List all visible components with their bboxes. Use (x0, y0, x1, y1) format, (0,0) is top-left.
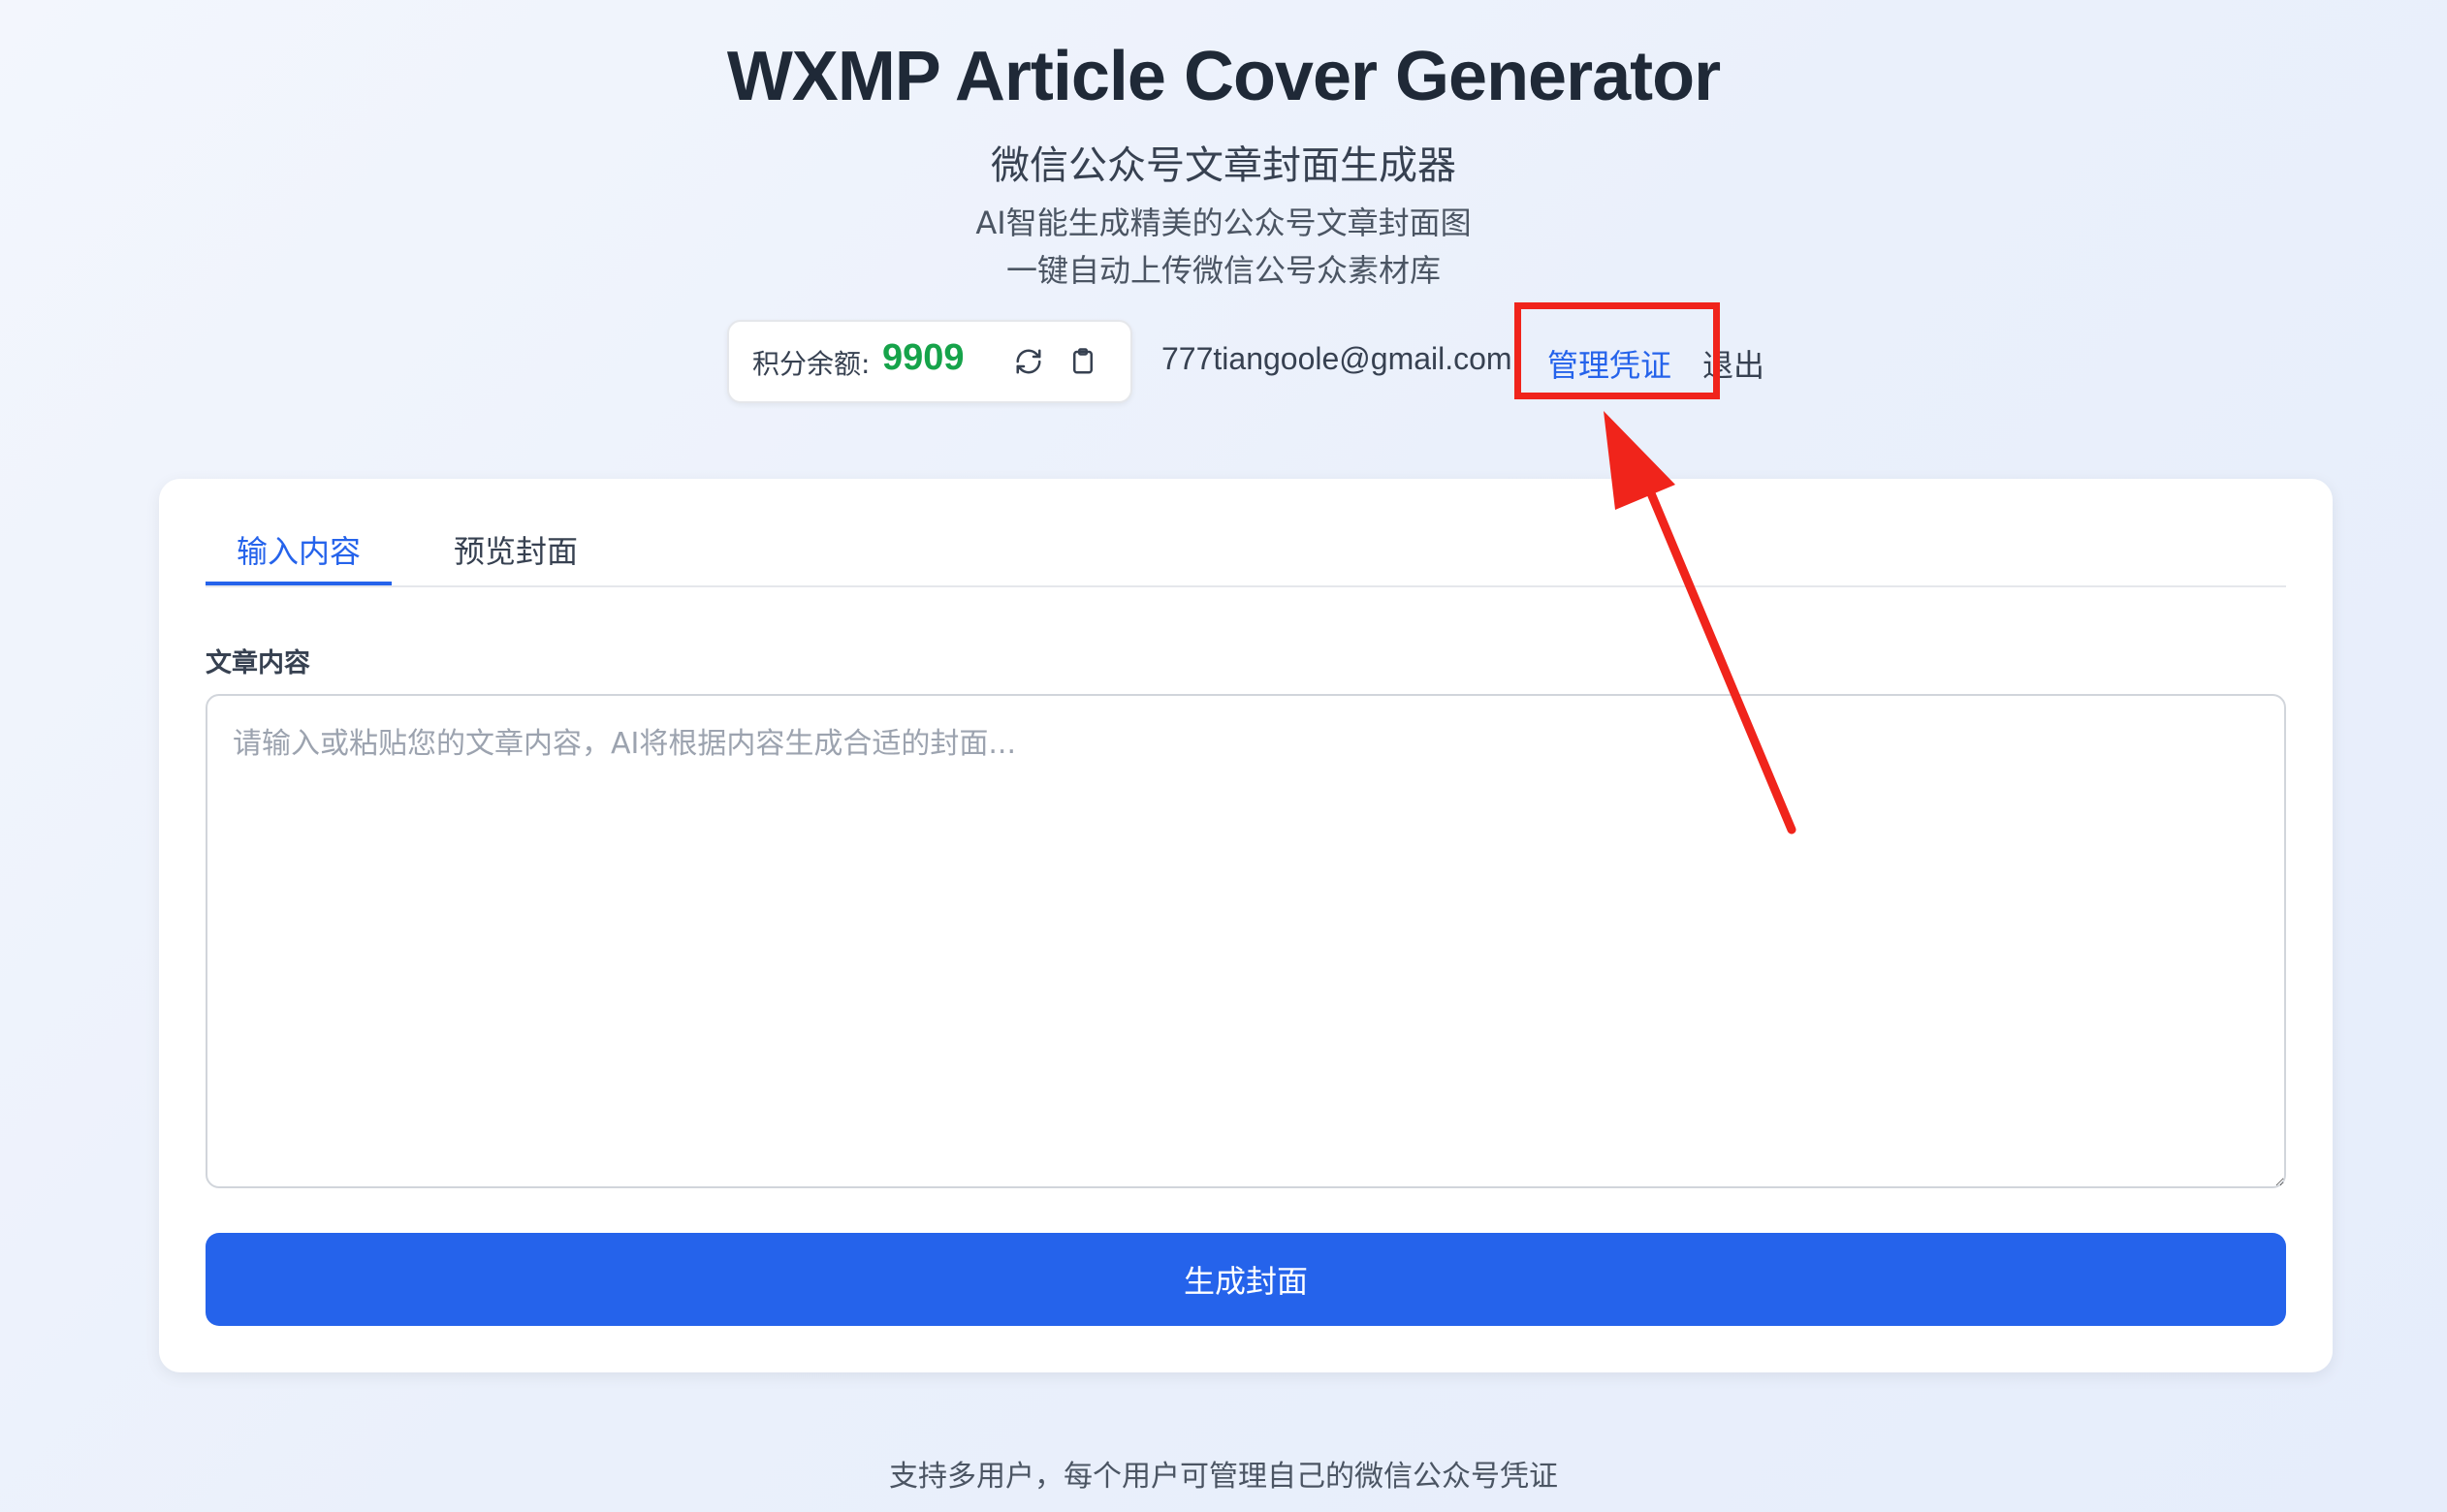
page-subtitle: 微信公众号文章封面生成器 (991, 143, 1456, 188)
refresh-icon[interactable] (1010, 343, 1047, 380)
tab-preview-cover[interactable]: 预览封面 (454, 527, 578, 572)
article-content-textarea[interactable] (206, 694, 2286, 1188)
logout-link[interactable]: 退出 (1702, 341, 1764, 386)
main-card: 输入内容 预览封面 文章内容 生成封面 (159, 479, 2333, 1372)
tab-input-content[interactable]: 输入内容 (237, 527, 361, 572)
description-line-1: AI智能生成精美的公众号文章封面图 (975, 205, 1472, 241)
tab-bar: 输入内容 预览封面 (206, 518, 2286, 587)
clipboard-icon[interactable] (1065, 343, 1101, 380)
active-tab-indicator (206, 582, 392, 585)
points-value: 9909 (882, 337, 965, 378)
user-email: 777tiangoole@gmail.com (1161, 341, 1512, 376)
footer-note: 支持多用户，每个用户可管理自己的微信公众号凭证 (889, 1460, 1558, 1494)
article-content-label: 文章内容 (206, 648, 310, 678)
page-title: WXMP Article Cover Generator (726, 38, 1721, 115)
points-balance-card: 积分余额: 9909 (727, 320, 1132, 403)
description-line-2: 一键自动上传微信公号众素材库 (1005, 252, 1441, 289)
generate-cover-button[interactable]: 生成封面 (206, 1233, 2286, 1326)
points-label: 积分余额: (752, 348, 871, 380)
manage-credentials-link[interactable]: 管理凭证 (1547, 341, 1671, 386)
